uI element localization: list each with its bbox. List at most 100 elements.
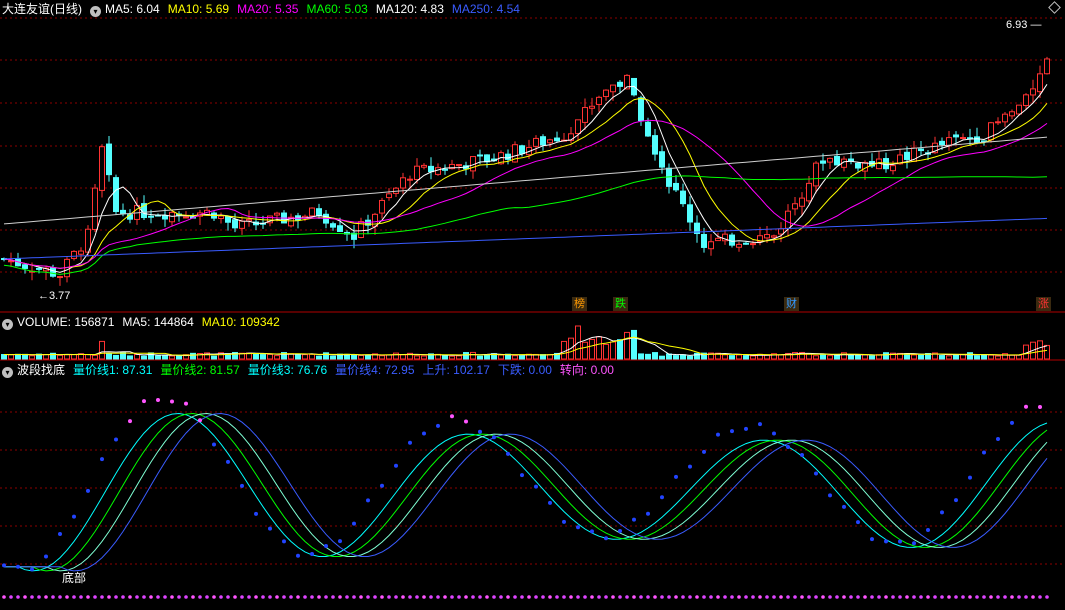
candle-body [505,153,511,160]
volume-bar [330,355,336,360]
candle-body [582,107,588,123]
indicator-dot [380,483,384,488]
event-badge-2[interactable]: 财 [784,297,799,311]
volume-bar [645,353,651,360]
stock-title: 大连友谊(日线) [2,2,82,16]
volume-bar [253,353,259,360]
volume-bar [519,355,525,360]
volume-bar [687,355,693,360]
baseline-dot [436,595,440,599]
volume-bar [113,354,119,360]
low-price-label: ←3.77 [38,290,71,302]
volume-bar [988,354,994,360]
baseline-dot [429,595,433,599]
baseline-dot [702,595,706,599]
indicator-dot [772,431,776,436]
baseline-dot [86,595,90,599]
baseline-dot [590,595,594,599]
event-badge-3[interactable]: 涨 [1036,297,1051,311]
baseline-dot [982,595,986,599]
volume-bar [260,354,266,360]
volume-bar [302,354,308,360]
candle-body [610,84,616,93]
baseline-dot [282,595,286,599]
candle-body [22,264,28,269]
candle-body [848,158,854,162]
indicator-collapse-icon[interactable]: ▾ [2,367,13,378]
stock-chart-canvas[interactable] [0,0,1065,610]
ma10-line [3,97,1048,269]
baseline-dot [142,595,146,599]
candle-body [778,228,784,235]
indicator-legend-item-7: 转向: 0.00 [559,363,614,377]
volume-collapse-icon[interactable]: ▾ [2,319,13,330]
baseline-dot [149,595,153,599]
indicator-legend: 波段找底 量价线1: 87.31 量价线2: 81.57 量价线3: 76.76 量价线… [17,363,622,377]
baseline-dot [905,595,909,599]
candle-body [316,208,322,217]
indicator-dot [632,517,636,522]
baseline-dot [765,595,769,599]
baseline-dot [107,595,111,599]
baseline-dot [1010,595,1014,599]
candle-body [225,216,231,223]
ma-legend-item-1: MA10: 5.69 [167,2,230,16]
baseline-dot [891,595,895,599]
indicator-dot [338,539,342,544]
baseline-dot [247,595,251,599]
indicator-dot [814,471,818,476]
event-badge-0[interactable]: 榜 [572,297,587,311]
volume-bar [43,354,49,360]
indicator-dot [240,483,244,488]
candle-body [519,145,525,154]
baseline-dot [345,595,349,599]
indicator-panel-header: ▾ 波段找底 量价线1: 87.31 量价线2: 81.57 量价线3: 76.76 量价… [2,362,630,378]
candle-body [218,215,224,219]
baseline-dot [821,595,825,599]
indicator-dot [422,431,426,436]
collapse-toggle-icon[interactable]: ▾ [90,6,101,17]
volume-bar [484,354,490,360]
candle-body [36,267,42,270]
volume-ma10-line [3,336,1048,356]
candle-body [337,225,343,232]
candle-body [435,167,441,175]
baseline-dot [877,595,881,599]
candle-body [701,233,707,248]
indicator-dot [114,437,118,442]
candle-body [57,276,63,279]
candle-body [1037,73,1043,93]
indicator-dot [870,537,874,542]
indicator-dot [142,399,146,404]
volume-bar [589,338,595,360]
volume-bar [743,355,749,360]
volume-bar [855,354,861,360]
indicator-dot [660,495,664,500]
volume-bar [85,354,91,360]
candle-body [99,146,105,191]
baseline-dot [786,595,790,599]
baseline-dot [380,595,384,599]
baseline-dot [828,595,832,599]
candle-body [1023,94,1029,107]
baseline-dot [191,595,195,599]
volume-bar [141,355,147,360]
event-badge-1[interactable]: 跌 [613,297,628,311]
volume-bar [274,355,280,360]
baseline-dot [310,595,314,599]
volume-bar [386,354,392,360]
volume-panel-header: ▾ VOLUME: 156871 MA5: 144864 MA10: 109342 [2,314,296,330]
volume-bar [155,355,161,360]
baseline-dot [898,595,902,599]
volume-bar [652,352,658,360]
indicator-dot [366,498,370,503]
baseline-dot [660,595,664,599]
volume-bar [820,353,826,360]
price-panel-header: 大连友谊(日线) ▾ MA5: 6.04 MA10: 5.69 MA20: 5.35 MA… [2,1,536,17]
baseline-dot [317,595,321,599]
candle-body [106,143,112,176]
indicator-legend-item-4: 量价线4: 72.95 [335,363,415,377]
baseline-dot [114,595,118,599]
indicator-dot [702,449,706,454]
volume-bar [610,341,616,360]
